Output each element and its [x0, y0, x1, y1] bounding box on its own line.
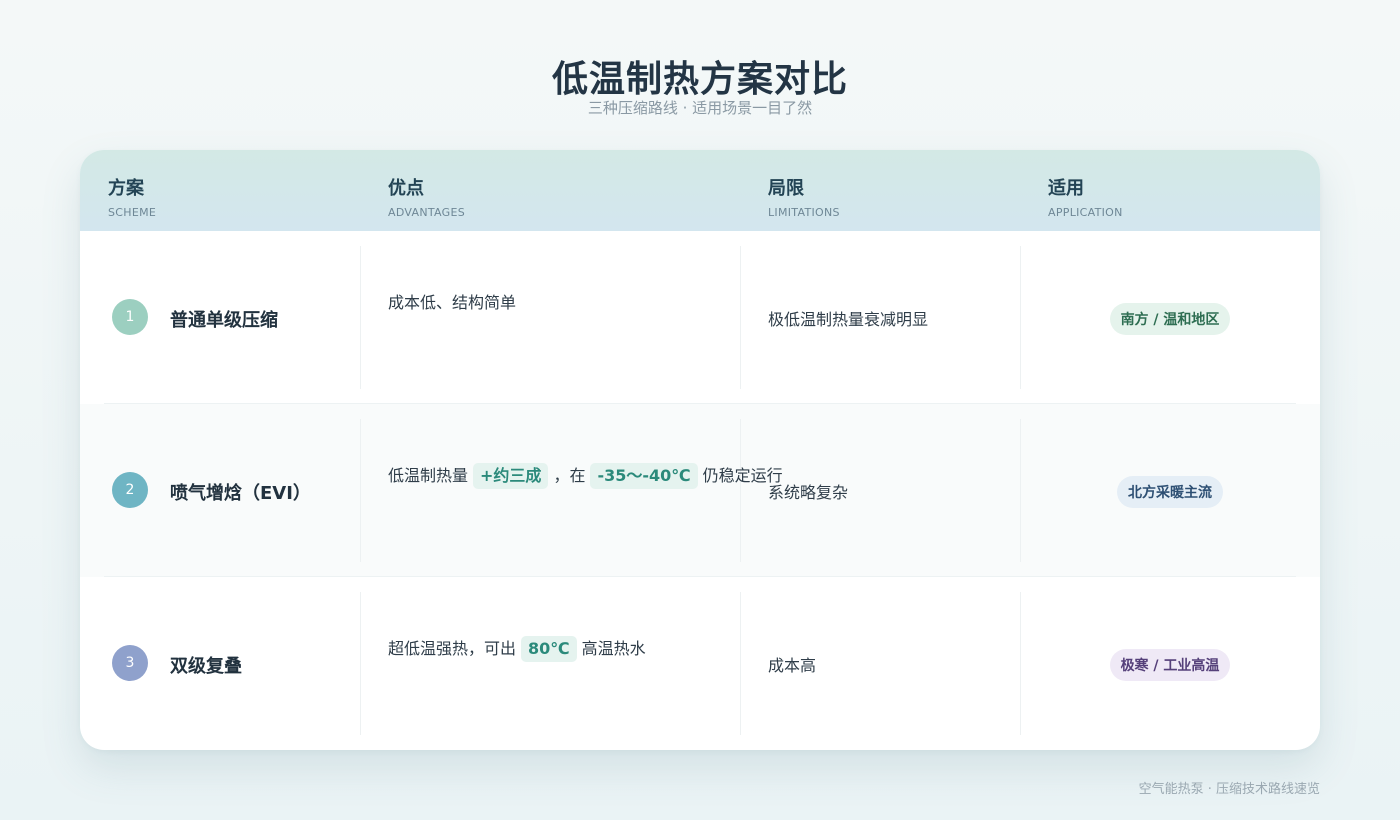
row-number-badge: 2: [112, 472, 148, 508]
scheme-name: 喷气增焓（EVI）: [170, 483, 311, 504]
row-number-badge: 1: [112, 299, 148, 335]
limitation-text: 极低温制热量衰减明显: [768, 310, 929, 329]
application-cell: 北方采暖主流: [1020, 476, 1320, 508]
column-header-label: 局限: [768, 178, 804, 199]
advantage-text-part: 超低温强热，可出: [388, 639, 517, 658]
column-header-label: 适用: [1048, 178, 1084, 199]
advantage-text-part: 成本低、结构简单: [388, 293, 517, 312]
application-cell: 南方 / 温和地区: [1020, 303, 1320, 335]
page-subtitle: 三种压缩路线 · 适用场景一目了然: [587, 99, 813, 117]
limitation-text: 系统略复杂: [768, 483, 849, 502]
highlight-value: 80℃: [521, 636, 577, 662]
row-number-badge: 3: [112, 645, 148, 681]
column-divider: [360, 419, 361, 562]
application-tag: 南方 / 温和地区: [1109, 303, 1231, 335]
table-row: 1 普通单级压缩 成本低、结构简单 极低温制热量衰减明显 南方 / 温和地区: [80, 231, 1320, 404]
column-header-sublabel: APPLICATION: [1048, 206, 1123, 219]
application-tag: 极寒 / 工业高温: [1109, 649, 1231, 681]
advantage-text: 低温制热量 +约三成 ，在 -35～-40℃ 仍稳定运行: [388, 461, 783, 491]
application-tag: 北方采暖主流: [1117, 476, 1223, 508]
column-header-application: 适用 APPLICATION: [1048, 174, 1123, 219]
scheme-name: 双级复叠: [170, 656, 242, 677]
column-divider: [360, 246, 361, 389]
advantage-text: 超低温强热，可出 80℃ 高温热水: [388, 634, 646, 664]
highlight-value: -35～-40℃: [590, 463, 698, 489]
column-divider: [740, 592, 741, 735]
column-header-label: 方案: [108, 178, 144, 199]
footer-caption: 空气能热泵 · 压缩技术路线速览: [1138, 782, 1320, 797]
column-header-sublabel: ADVANTAGES: [388, 206, 466, 219]
scheme-name: 普通单级压缩: [170, 310, 278, 331]
limitation-text: 成本高: [768, 656, 817, 675]
column-header-limitations: 局限 LIMITATIONS: [768, 174, 840, 219]
column-header-label: 优点: [388, 178, 424, 199]
advantage-text-part: ，在: [553, 466, 586, 485]
page-title: 低温制热方案对比: [551, 59, 848, 100]
highlight-value: +约三成: [473, 463, 549, 489]
table-header: 方案 SCHEME 优点 ADVANTAGES 局限 LIMITATIONS 适…: [80, 150, 1320, 231]
column-header-advantages: 优点 ADVANTAGES: [388, 174, 465, 219]
advantage-text: 成本低、结构简单: [388, 288, 516, 318]
column-header-sublabel: SCHEME: [108, 206, 157, 219]
table-row: 2 喷气增焓（EVI） 低温制热量 +约三成 ，在 -35～-40℃ 仍稳定运行 系统略…: [80, 404, 1320, 577]
table-row: 3 双级复叠 超低温强热，可出 80℃ 高温热水 成本高 极寒 / 工业高温: [80, 577, 1320, 750]
comparison-table: 方案 SCHEME 优点 ADVANTAGES 局限 LIMITATIONS 适…: [80, 150, 1320, 750]
advantage-text-part: 低温制热量: [388, 466, 469, 485]
column-header-scheme: 方案 SCHEME: [108, 174, 156, 219]
advantage-text-part: 高温热水: [581, 639, 646, 658]
column-header-sublabel: LIMITATIONS: [768, 206, 840, 219]
column-divider: [740, 246, 741, 389]
column-divider: [360, 592, 361, 735]
application-cell: 极寒 / 工业高温: [1020, 649, 1320, 681]
